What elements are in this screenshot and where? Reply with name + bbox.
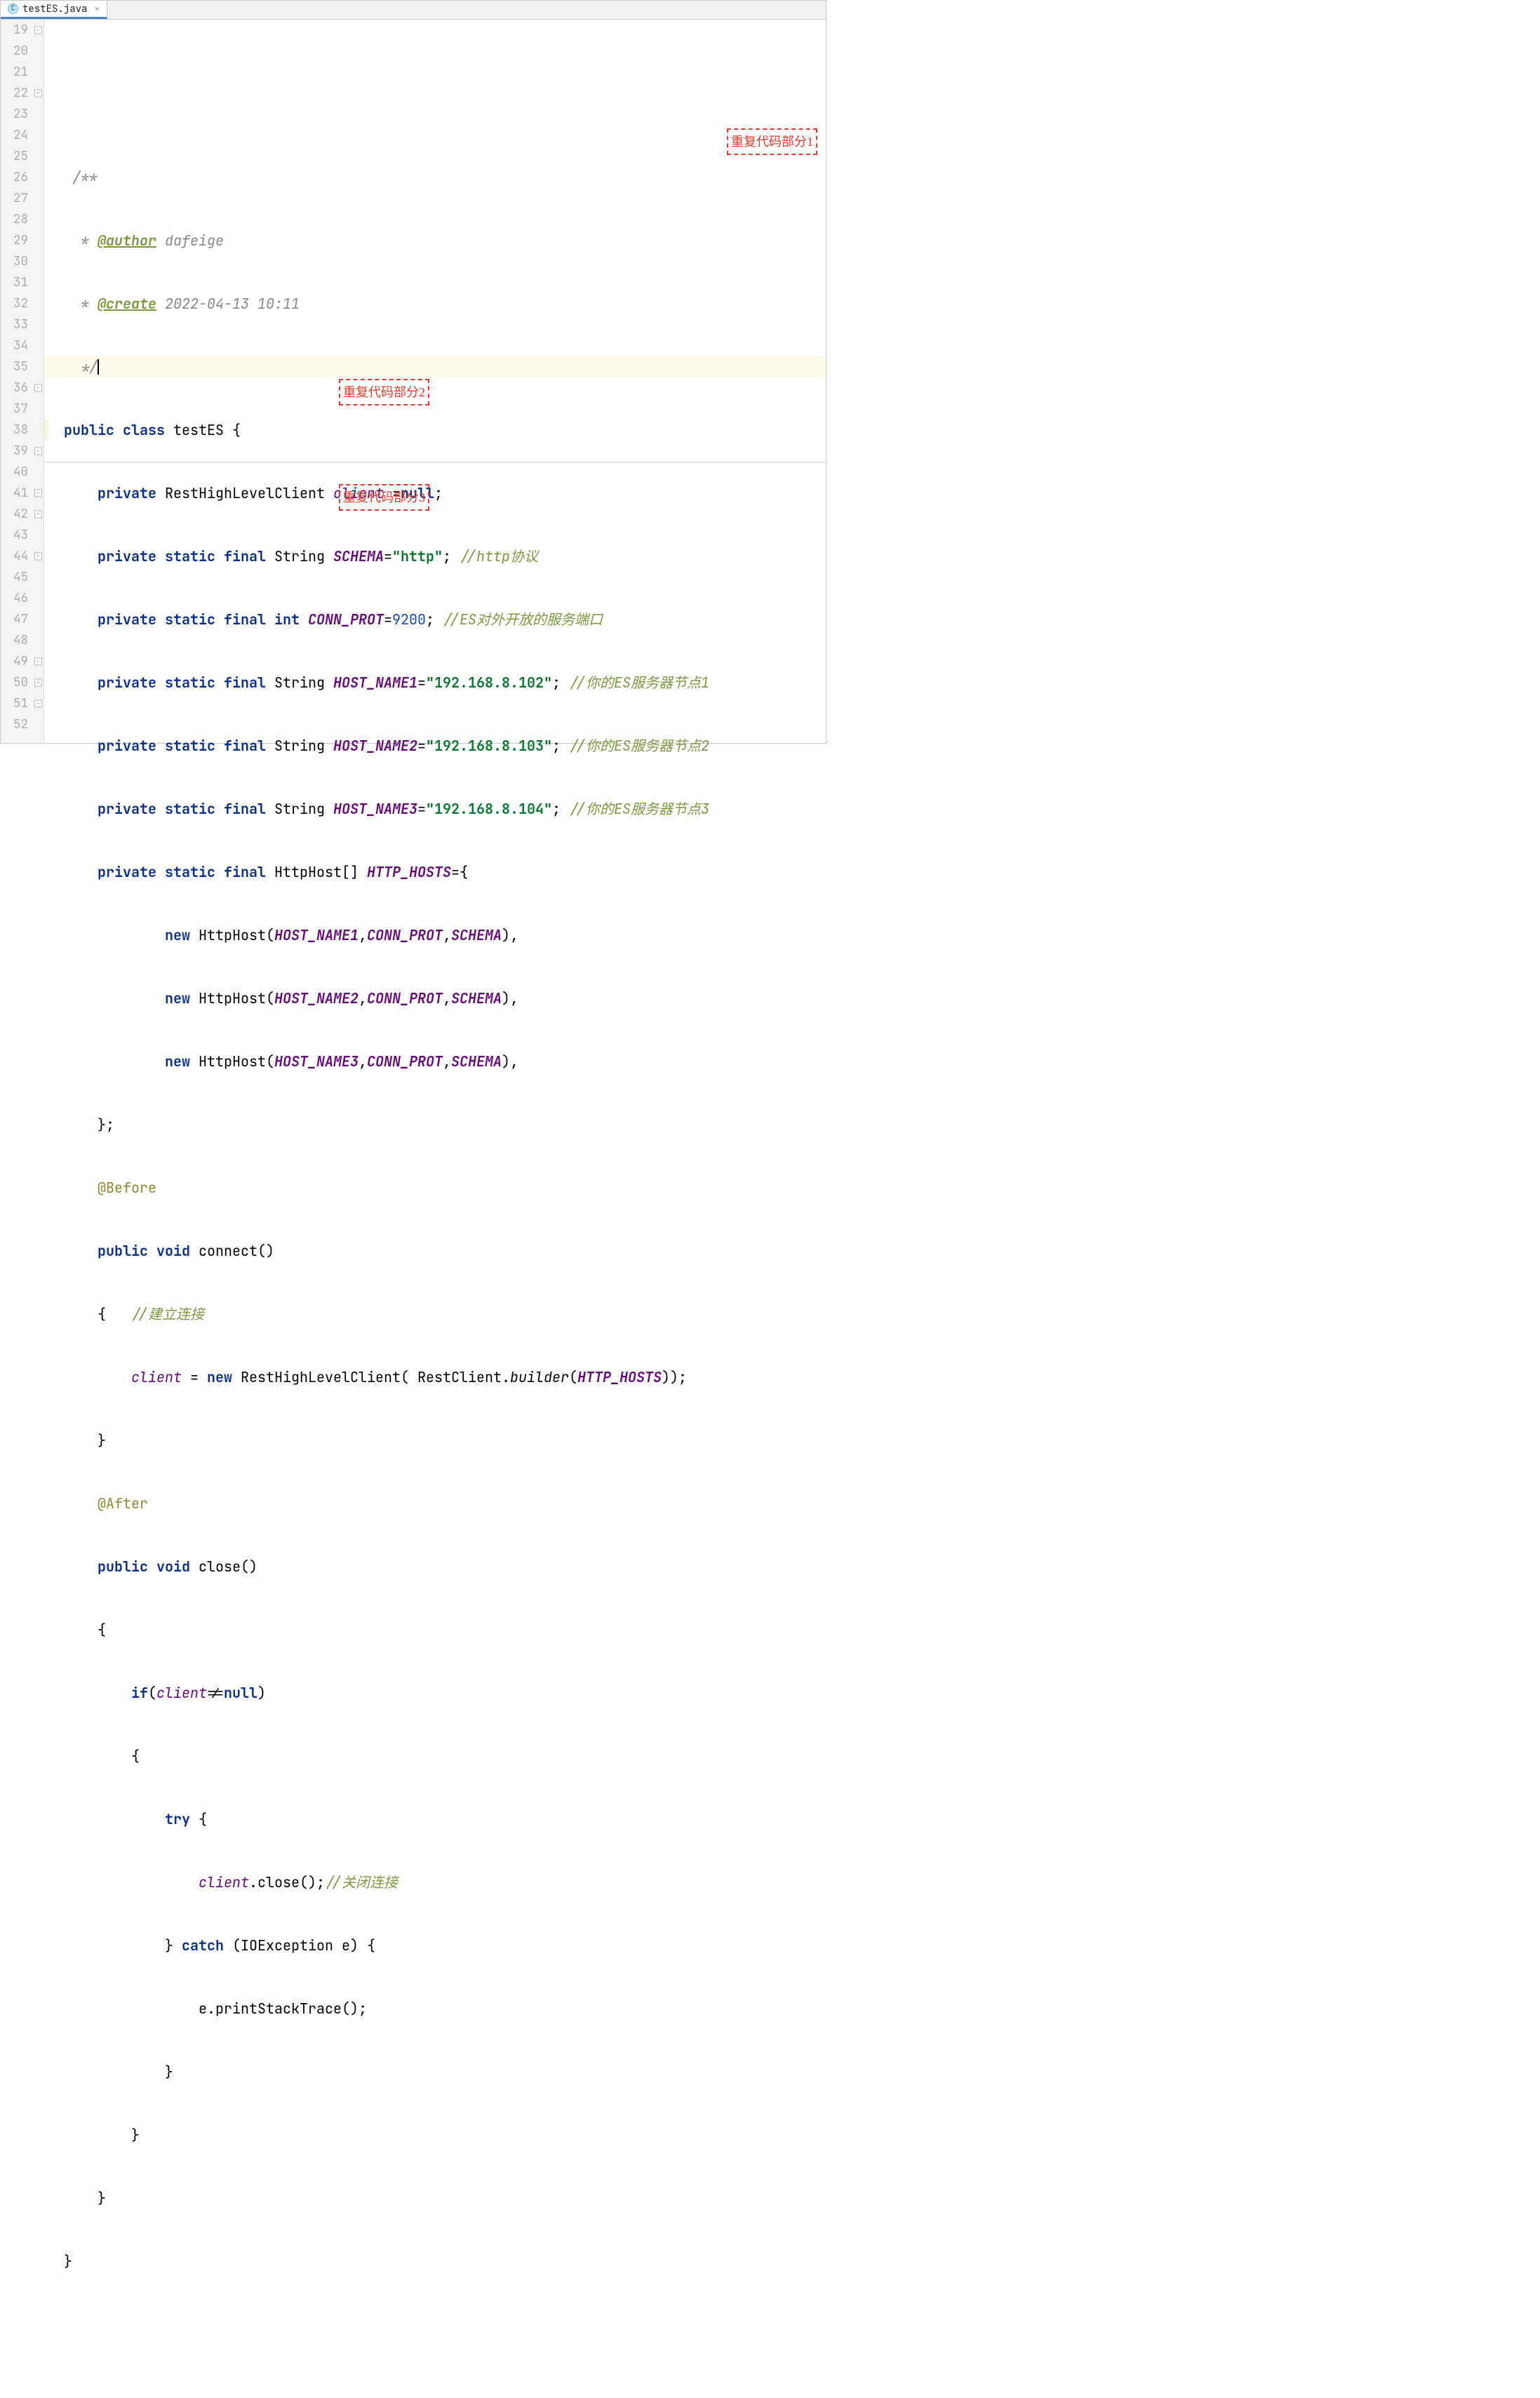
code-line-34[interactable]: };: [44, 1114, 826, 1135]
code-line-45[interactable]: try {: [44, 1809, 826, 1830]
line-number: 24: [1, 125, 43, 146]
code-line-44[interactable]: {: [44, 1746, 826, 1767]
fold-icon[interactable]: −: [34, 553, 42, 561]
fold-icon[interactable]: −: [34, 700, 42, 708]
editor-body: 19−202122−2324252627282930313233343536−3…: [1, 20, 826, 743]
fold-icon[interactable]: −: [34, 679, 42, 687]
code-line-22[interactable]: */: [44, 356, 826, 377]
line-number: 30: [1, 251, 43, 272]
code-line-46[interactable]: client.close();//关闭连接: [44, 1872, 826, 1893]
fold-icon[interactable]: −: [34, 511, 42, 518]
code-line-25[interactable]: private static final String SCHEMA="http…: [44, 546, 826, 567]
annotation-box-2: 重复代码部分2: [339, 379, 429, 406]
caret: [98, 359, 99, 375]
code-line-52[interactable]: }: [44, 2251, 826, 2272]
code-line-36[interactable]: public void connect(): [44, 1240, 826, 1261]
code-line-51[interactable]: }: [44, 2188, 826, 2209]
code-line-23[interactable]: public class testES {: [44, 420, 826, 441]
close-icon[interactable]: ×: [94, 3, 100, 15]
line-number: 23: [1, 104, 43, 125]
code-line-49[interactable]: }: [44, 2061, 826, 2082]
line-number: 32: [1, 293, 43, 314]
line-number: 27: [1, 188, 43, 209]
code-line-39[interactable]: }: [44, 1430, 826, 1451]
line-number: 42−: [1, 504, 43, 525]
tab-bar: C testES.java ×: [1, 1, 826, 20]
code-line-30[interactable]: private static final HttpHost[] HTTP_HOS…: [44, 862, 826, 883]
code-line-41[interactable]: public void close(): [44, 1556, 826, 1577]
line-number: 48: [1, 630, 43, 651]
editor-window: C testES.java × 19−202122−23242526272829…: [0, 0, 826, 744]
code-line-38[interactable]: client = new RestHighLevelClient( RestCl…: [44, 1367, 826, 1388]
code-area[interactable]: /** * @author dafeige * @create 2022-04-…: [44, 20, 826, 743]
fold-icon[interactable]: −: [34, 27, 42, 34]
line-number: 36−: [1, 377, 43, 398]
fold-icon[interactable]: −: [34, 448, 42, 455]
tab-filename: testES.java: [22, 3, 87, 15]
code-line-35[interactable]: @Before: [44, 1177, 826, 1198]
code-line-21[interactable]: * @create 2022-04-13 10:11: [44, 293, 826, 314]
line-number: 46: [1, 588, 43, 609]
gutter: 19−202122−2324252627282930313233343536−3…: [1, 20, 44, 743]
line-number: 34: [1, 335, 43, 356]
code-line-40[interactable]: @After: [44, 1493, 826, 1514]
code-line-31[interactable]: new HttpHost(HOST_NAME1,CONN_PROT,SCHEMA…: [44, 925, 826, 946]
line-number: 39−: [1, 441, 43, 462]
line-number: 21: [1, 62, 43, 83]
line-number: 25: [1, 146, 43, 167]
fold-icon[interactable]: −: [34, 658, 42, 666]
code-line-29[interactable]: private static final String HOST_NAME3="…: [44, 798, 826, 819]
code-line-19[interactable]: /**: [44, 167, 826, 188]
code-line-32[interactable]: new HttpHost(HOST_NAME2,CONN_PROT,SCHEMA…: [44, 988, 826, 1009]
line-number: 29: [1, 230, 43, 251]
code-line-50[interactable]: }: [44, 2124, 826, 2145]
fold-icon[interactable]: −: [34, 90, 42, 98]
line-number: 28: [1, 209, 43, 230]
line-number: 41−: [1, 483, 43, 504]
fold-icon[interactable]: −: [34, 384, 42, 392]
file-tab[interactable]: C testES.java ×: [1, 1, 107, 19]
line-number: 33: [1, 314, 43, 335]
line-number: 45: [1, 567, 43, 588]
code-line-20[interactable]: * @author dafeige: [44, 230, 826, 251]
line-number: 40: [1, 462, 43, 483]
line-number: 43: [1, 525, 43, 546]
line-number: 22−: [1, 83, 43, 104]
code-line-48[interactable]: e.printStackTrace();: [44, 1998, 826, 2019]
line-number: 51−: [1, 693, 43, 714]
line-number: 37: [1, 398, 43, 420]
fold-icon[interactable]: −: [34, 490, 42, 497]
code-line-43[interactable]: if(client!=null): [44, 1682, 826, 1703]
annotation-box-1: 重复代码部分1: [727, 128, 817, 155]
line-number: 20: [1, 41, 43, 62]
class-icon: C: [8, 4, 18, 14]
line-number: 19−: [1, 20, 43, 41]
line-number: 49−: [1, 651, 43, 672]
line-number: 47: [1, 609, 43, 630]
code-line-47[interactable]: } catch (IOException e) {: [44, 1935, 826, 1956]
line-number: 31: [1, 272, 43, 293]
code-line-24[interactable]: private RestHighLevelClient client =null…: [44, 483, 826, 504]
code-line-28[interactable]: private static final String HOST_NAME2="…: [44, 735, 826, 756]
line-number: 38: [1, 420, 43, 441]
line-number: 52: [1, 714, 43, 735]
code-line-37[interactable]: { //建立连接: [44, 1304, 826, 1325]
code-line-33[interactable]: new HttpHost(HOST_NAME3,CONN_PROT,SCHEMA…: [44, 1051, 826, 1072]
line-number: 50−: [1, 672, 43, 693]
code-line-42[interactable]: {: [44, 1619, 826, 1640]
line-number: 44−: [1, 546, 43, 567]
line-number: 26: [1, 167, 43, 188]
code-line-26[interactable]: private static final int CONN_PROT=9200;…: [44, 609, 826, 630]
line-number: 35: [1, 356, 43, 377]
code-line-27[interactable]: private static final String HOST_NAME1="…: [44, 672, 826, 693]
